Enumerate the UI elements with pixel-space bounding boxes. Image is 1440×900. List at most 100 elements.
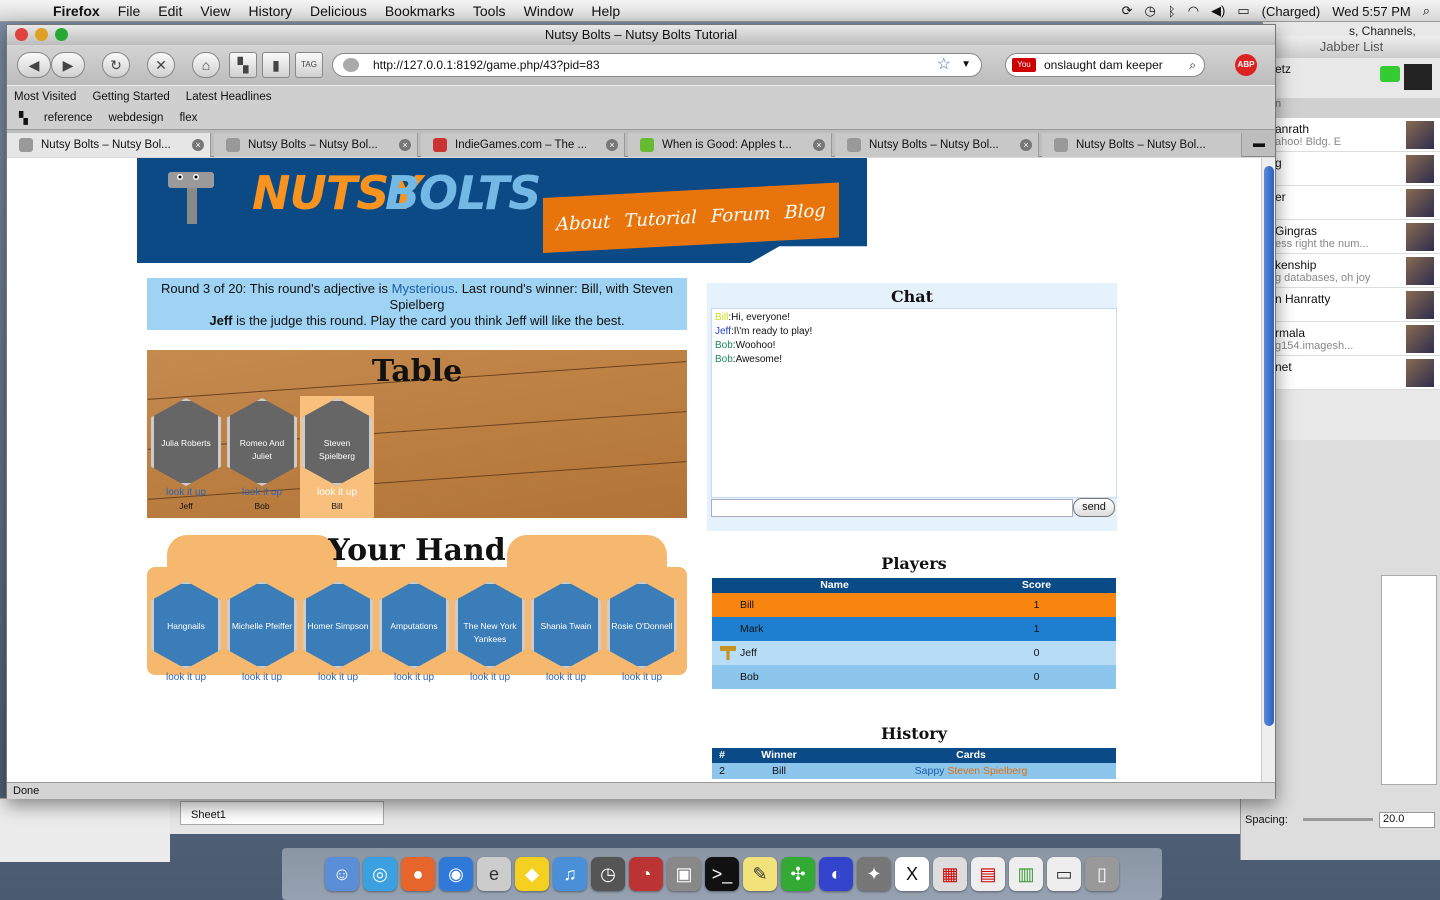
close-tab-icon[interactable]: × [399, 139, 411, 151]
back-button[interactable]: ◀ [17, 52, 51, 78]
gimp-icon[interactable]: ✦ [857, 857, 891, 891]
youtube-icon[interactable]: You [1012, 58, 1036, 72]
look-it-up-link[interactable]: look it up [148, 487, 224, 498]
tab-list-icon[interactable]: ▬ [1253, 136, 1265, 150]
virtual-machine-icon[interactable]: ▣ [667, 857, 701, 891]
contact-row[interactable]: kenship g databases, oh joy [1263, 254, 1440, 288]
menu-edit[interactable]: Edit [149, 3, 191, 19]
tab-nutsy-3[interactable]: Nutsy Bolts – Nutsy Bol... × [835, 133, 1039, 157]
close-tab-icon[interactable]: × [1020, 139, 1032, 151]
forward-button[interactable]: ▶ [51, 52, 85, 78]
latex-icon[interactable]: ▦ [933, 857, 967, 891]
menu-view[interactable]: View [191, 3, 239, 19]
nav-blog[interactable]: Blog [784, 200, 825, 223]
chat-input[interactable] [711, 499, 1073, 517]
sheet-tab[interactable]: Sheet1 [180, 801, 384, 825]
spacing-field[interactable]: 20.0 [1379, 812, 1435, 828]
menu-help[interactable]: Help [582, 3, 629, 19]
close-tab-icon[interactable]: × [813, 139, 825, 151]
look-it-up-link[interactable]: look it up [604, 672, 680, 683]
zoom-window-button[interactable] [55, 28, 68, 41]
contact-row[interactable]: g [1263, 152, 1440, 186]
scrollbar-thumb[interactable] [1264, 166, 1274, 726]
bookmark-most-visited[interactable]: Most Visited [14, 91, 76, 103]
look-it-up-link[interactable]: look it up [528, 672, 604, 683]
url-bar[interactable]: http://127.0.0.1:8192/game.php/43?pid=83… [332, 53, 982, 77]
nav-forum[interactable]: Forum [711, 203, 771, 227]
look-it-up-link[interactable]: look it up [299, 487, 375, 498]
look-it-up-link[interactable]: look it up [376, 672, 452, 683]
trash-icon[interactable]: ▯ [1085, 857, 1119, 891]
table-card[interactable]: Romeo And Juliet [227, 398, 297, 486]
clock[interactable]: Wed 5:57 PM [1332, 4, 1411, 19]
app-menu[interactable]: Firefox [44, 3, 109, 19]
duck-icon[interactable]: ◆ [515, 857, 549, 891]
close-window-button[interactable] [15, 28, 28, 41]
tab-indiegames[interactable]: IndieGames.com – The ... × [421, 133, 625, 157]
menu-delicious[interactable]: Delicious [301, 3, 376, 19]
send-button[interactable]: send [1073, 498, 1115, 517]
chat-log[interactable]: Bill:Hi, everyone! Jeff:I\'m ready to pl… [711, 308, 1117, 498]
battery-icon[interactable]: ▭ [1237, 3, 1249, 19]
finder-icon[interactable]: ☺ [325, 857, 359, 891]
spreadsheet-icon[interactable]: ▥ [1009, 857, 1043, 891]
menu-tools[interactable]: Tools [464, 3, 515, 19]
bookmark-latest-headlines[interactable]: Latest Headlines [186, 91, 272, 103]
bookmark-flex[interactable]: flex [179, 112, 197, 124]
search-box[interactable]: You onslaught dam keeper ⌕ [1005, 53, 1205, 77]
bookmark-webdesign[interactable]: webdesign [108, 112, 163, 124]
brush-grid[interactable] [1381, 575, 1437, 785]
search-input[interactable]: onslaught dam keeper [1044, 58, 1163, 72]
sync-icon[interactable]: ⟳ [1122, 3, 1133, 19]
look-it-up-link[interactable]: look it up [148, 672, 224, 683]
network-icon[interactable]: ✣ [781, 857, 815, 891]
sidebar-tool-icon[interactable]: ▮ [262, 52, 290, 78]
stickies-icon[interactable]: ✎ [743, 857, 777, 891]
look-it-up-link[interactable]: look it up [224, 487, 300, 498]
home-button[interactable]: ⌂ [192, 52, 220, 78]
tab-when-is-good[interactable]: When is Good: Apples t... × [628, 133, 832, 157]
menu-bookmarks[interactable]: Bookmarks [376, 3, 464, 19]
look-it-up-link[interactable]: look it up [300, 672, 376, 683]
chevron-down-icon[interactable]: ▼ [961, 54, 971, 76]
star-icon[interactable]: ☆ [937, 54, 951, 76]
search-icon[interactable]: ⌕ [1189, 54, 1196, 76]
minimize-window-button[interactable] [35, 28, 48, 41]
adium-icon[interactable]: e [477, 857, 511, 891]
volume-icon[interactable]: ◀) [1211, 3, 1225, 19]
stop-button[interactable]: ✕ [147, 52, 175, 78]
spacing-slider[interactable] [1303, 818, 1373, 821]
firefox-icon[interactable]: ● [401, 857, 435, 891]
logo-bolts[interactable]: BOLTS [385, 166, 541, 220]
delicious-icon[interactable]: ▚ [19, 111, 28, 125]
wifi-icon[interactable]: ◠ [1188, 3, 1199, 19]
contact-row[interactable]: net [1263, 356, 1440, 390]
itunes-icon[interactable]: ♫ [553, 857, 587, 891]
bookmark-reference[interactable]: reference [44, 112, 93, 124]
document-icon[interactable]: ▭ [1047, 857, 1081, 891]
look-it-up-link[interactable]: look it up [224, 672, 300, 683]
adblock-icon[interactable]: ABP [1235, 54, 1257, 76]
pdf-icon[interactable]: ▤ [971, 857, 1005, 891]
time-machine-icon[interactable]: ◷ [591, 857, 625, 891]
bluetooth-icon[interactable]: ᛒ [1168, 4, 1176, 19]
speedometer-icon[interactable]: ◔ [629, 857, 663, 891]
x11-icon[interactable]: X [895, 857, 929, 891]
contact-row[interactable]: anrath ahoo! Bldg. E [1263, 118, 1440, 152]
table-card[interactable]: Julia Roberts [151, 398, 221, 486]
menu-file[interactable]: File [109, 3, 150, 19]
reload-button[interactable]: ↻ [102, 52, 130, 78]
tab-nutsy-4[interactable]: Nutsy Bolts – Nutsy Bol... [1042, 133, 1242, 157]
menu-history[interactable]: History [239, 3, 301, 19]
ichat-icon[interactable]: ◉ [439, 857, 473, 891]
close-tab-icon[interactable]: × [192, 139, 204, 151]
bookmark-getting-started[interactable]: Getting Started [92, 91, 169, 103]
site-identity-icon[interactable] [343, 58, 359, 72]
time-machine-icon[interactable]: ◷ [1145, 3, 1156, 19]
spotlight-icon[interactable]: ⌕ [1423, 3, 1430, 19]
tab-nutsy-2[interactable]: Nutsy Bolts – Nutsy Bol... × [214, 133, 418, 157]
menu-window[interactable]: Window [515, 3, 583, 19]
close-tab-icon[interactable]: × [606, 139, 618, 151]
video-icon[interactable] [1380, 66, 1400, 82]
contact-row[interactable]: n Hanratty [1263, 288, 1440, 322]
